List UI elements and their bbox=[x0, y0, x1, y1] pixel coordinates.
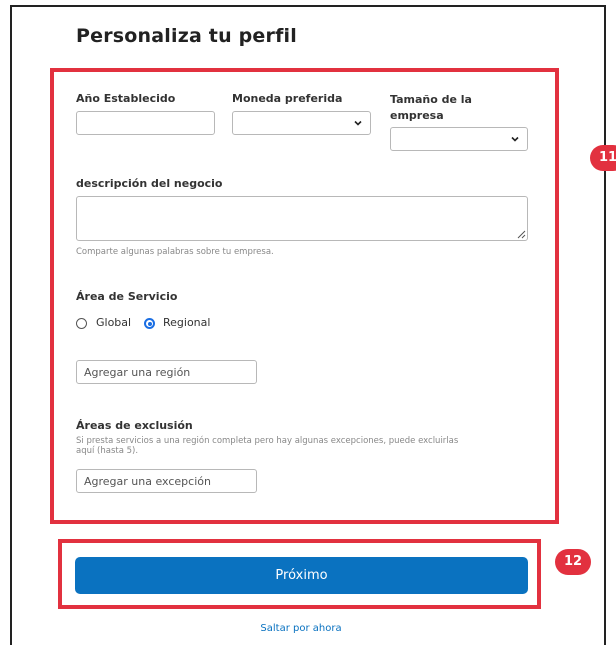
business-description-help: Comparte algunas palabras sobre tu empre… bbox=[76, 247, 274, 257]
page-title: Personaliza tu perfil bbox=[76, 25, 297, 47]
skip-for-now-link[interactable]: Saltar por ahora bbox=[0, 623, 602, 634]
exclusion-areas-label: Áreas de exclusión bbox=[76, 419, 193, 432]
preferred-currency-select[interactable] bbox=[232, 111, 371, 135]
exclusion-help-line1: Si presta servicios a una región complet… bbox=[76, 436, 459, 446]
year-established-label: Año Establecido bbox=[76, 92, 176, 105]
company-size-label-line2: empresa bbox=[390, 109, 444, 122]
company-size-label-line1: Tamaño de la bbox=[390, 93, 472, 106]
chevron-down-icon bbox=[354, 120, 362, 126]
radio-global[interactable] bbox=[76, 318, 87, 329]
service-area-label: Área de Servicio bbox=[76, 290, 178, 303]
next-button[interactable]: Próximo bbox=[75, 557, 528, 594]
exclusion-areas-help: Si presta servicios a una región complet… bbox=[76, 436, 536, 456]
callout-badge-11: 11 bbox=[590, 145, 616, 171]
company-size-label: Tamaño de la empresa bbox=[390, 92, 472, 124]
radio-global-label[interactable]: Global bbox=[96, 316, 131, 329]
add-region-input[interactable] bbox=[76, 360, 257, 384]
add-exception-input[interactable] bbox=[76, 469, 257, 493]
radio-regional-label[interactable]: Regional bbox=[163, 316, 210, 329]
business-description-label: descripción del negocio bbox=[76, 177, 223, 190]
callout-badge-12: 12 bbox=[555, 549, 591, 575]
year-established-input[interactable] bbox=[76, 111, 215, 135]
preferred-currency-label: Moneda preferida bbox=[232, 92, 343, 105]
chevron-down-icon bbox=[511, 136, 519, 142]
company-size-select[interactable] bbox=[390, 127, 528, 151]
business-description-textarea[interactable] bbox=[76, 196, 528, 241]
resize-grip-icon[interactable] bbox=[516, 229, 526, 239]
exclusion-help-line2: aquí (hasta 5). bbox=[76, 446, 139, 456]
radio-regional[interactable] bbox=[144, 318, 155, 329]
